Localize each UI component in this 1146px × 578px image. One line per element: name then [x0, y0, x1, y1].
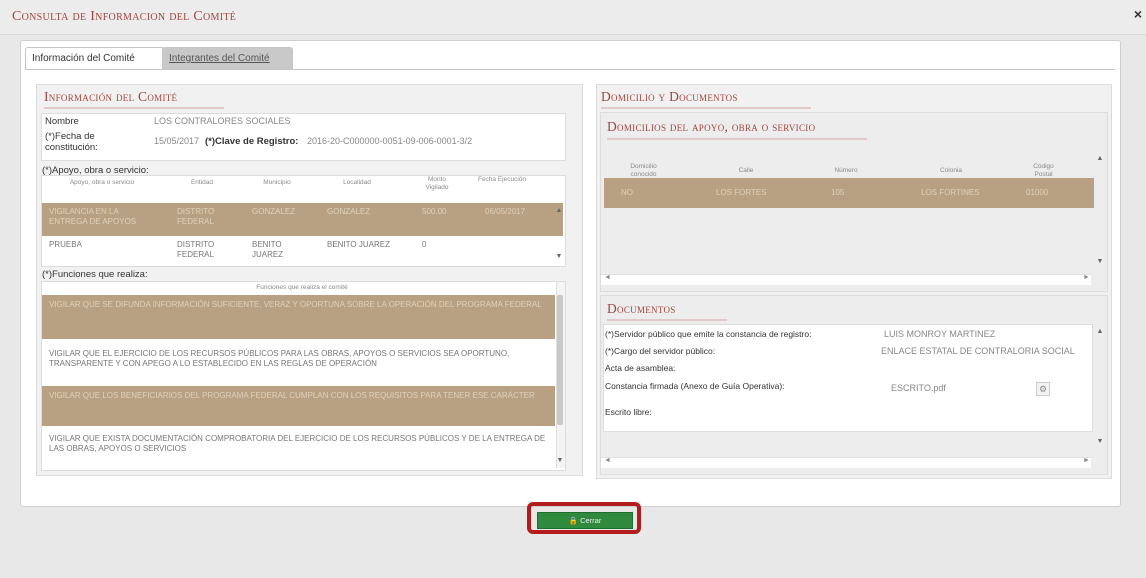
doc-label-servidor: (*)Servidor público que emite la constan… [605, 329, 812, 339]
section-rule [607, 319, 727, 321]
domicilio-col-header: Colonia [939, 167, 963, 174]
table-cell: 105 [831, 188, 845, 197]
close-icon[interactable]: × [1134, 6, 1142, 22]
funcion-text: VIGILAR QUE LOS BENEFICIARIOS DEL PROGRA… [49, 391, 535, 400]
section-title-domicilio: Domicilio y Documentos [601, 89, 738, 104]
scroll-left-icon[interactable]: ◄ [604, 457, 611, 464]
clave-label: (*)Clave de Registro: [205, 136, 299, 147]
documentos-subpanel: Documentos (*)Servidor público que emite… [600, 295, 1108, 475]
domicilio-col-header: Código Postal [1033, 163, 1054, 178]
scroll-left-icon[interactable]: ◄ [604, 274, 611, 281]
doc-label-escrito: Escrito libre: [605, 407, 652, 417]
table-cell: GONZALEZ [252, 207, 296, 216]
close-button-label: Cerrar [580, 516, 602, 525]
horizontal-scrollbar[interactable] [601, 457, 1091, 468]
table-cell: 01000 [1026, 188, 1049, 197]
table-cell: BENITO JUAREZ [252, 240, 284, 259]
doc-value-constancia[interactable]: ESCRITO.pdf [891, 383, 946, 393]
table-cell: DISTRITO FEDERAL [177, 240, 215, 259]
table-cell: 500.00 [422, 207, 447, 216]
scroll-up-icon[interactable]: ▲ [1096, 155, 1104, 165]
fecha-value: 15/05/2017 [154, 136, 200, 146]
apoyo-col-header: Apoyo, obra o servicio [69, 179, 135, 186]
lock-icon: 🔒 [568, 516, 578, 525]
info-form [41, 113, 566, 161]
scroll-up-icon[interactable]: ▲ [555, 207, 563, 217]
funcion-text: VIGILAR QUE SE DIFUNDA INFORMACIÓN SUFIC… [49, 300, 542, 309]
doc-value-servidor: LUIS MONROY MARTINEZ [884, 329, 996, 339]
domicilio-col-header: Domicilio conocido [630, 163, 657, 178]
table-cell: 0 [422, 240, 427, 249]
nombre-label: Nombre [45, 116, 79, 127]
section-rule [601, 107, 811, 109]
scroll-down-icon[interactable]: ▼ [555, 253, 563, 263]
dialog-body: Información del Comité Integrantes del C… [20, 40, 1121, 507]
clave-value: 2016-20-C000000-0051-09-006-0001-3/2 [307, 136, 473, 146]
doc-value-cargo: ENLACE ESTATAL DE CONTRALORIA SOCIAL [881, 346, 1075, 356]
scroll-up-icon[interactable]: ▲ [1096, 328, 1104, 338]
apoyo-col-header: Localidad [343, 179, 371, 186]
info-panel: Información del Comité Nombre LOS CONTRA… [36, 84, 583, 476]
domicilio-col-header: Calle [738, 167, 754, 174]
section-title-informacion: Información del Comité [44, 89, 178, 104]
apoyo-col-header: Monto Vigilado [425, 176, 449, 191]
section-title-domicilios: Domicilios del apoyo, obra o servicio [607, 119, 816, 134]
section-rule [607, 138, 867, 140]
documentos-table [603, 324, 1093, 432]
doc-label-acta: Acta de asamblea: [605, 363, 676, 373]
table-cell: NO [621, 188, 633, 197]
section-rule [44, 107, 224, 109]
table-cell: LOS FORTES [716, 188, 767, 197]
table-cell: PRUEBA [49, 240, 82, 249]
domicilio-col-header: Número [834, 167, 858, 174]
download-icon[interactable]: ⚙ [1036, 382, 1050, 396]
apoyo-col-header: Fecha Ejecución [477, 176, 527, 183]
funciones-col-header: Funciones que realiza el comité [256, 284, 348, 291]
horizontal-scrollbar[interactable] [601, 274, 1091, 285]
scroll-right-icon[interactable]: ► [1083, 274, 1090, 281]
apoyo-col-header: Entidad [190, 179, 214, 186]
close-button[interactable]: 🔒 Cerrar [537, 512, 633, 529]
window-title: Consulta de Informacion del Comité [12, 9, 237, 24]
domicilios-subpanel: Domicilios del apoyo, obra o servicio Do… [600, 112, 1108, 292]
funcion-text: VIGILAR QUE EXISTA DOCUMENTACIÓN COMPROB… [49, 434, 546, 453]
scroll-down-icon[interactable]: ▼ [1096, 438, 1104, 448]
tab-divider [25, 69, 1115, 70]
fecha-label-1: (*)Fecha de [45, 131, 95, 142]
table-cell: DISTRITO FEDERAL [177, 207, 215, 226]
scroll-right-icon[interactable]: ► [1083, 457, 1090, 464]
nombre-value: LOS CONTRALORES SOCIALES [154, 116, 291, 126]
scroll-down-icon[interactable]: ▼ [556, 457, 564, 467]
scrollbar-thumb[interactable] [557, 295, 563, 425]
table-cell: VIGILANCIA EN LA ENTREGA DE APOYOS [49, 207, 137, 226]
doc-label-constancia: Constancia firmada (Anexo de Guía Operat… [605, 381, 785, 391]
table-cell: BENITO JUAREZ [327, 240, 390, 249]
table-cell: GONZALEZ [327, 207, 371, 216]
section-title-documentos: Documentos [607, 301, 676, 316]
doc-label-cargo: (*)Cargo del servidor público: [605, 346, 716, 356]
apoyo-col-header: Municipio [263, 179, 291, 186]
scroll-down-icon[interactable]: ▼ [1096, 258, 1104, 268]
tab-integrantes-comite[interactable]: Integrantes del Comité [162, 47, 293, 70]
table-row[interactable] [604, 178, 1094, 208]
domicilio-panel: Domicilio y Documentos Domicilios del ap… [596, 84, 1112, 479]
table-cell: LOS FORTINES [921, 188, 980, 197]
window-titlebar: Consulta de Informacion del Comité × [0, 0, 1146, 35]
table-cell: 06/05/2017 [485, 207, 526, 216]
funciones-label: (*)Funciones que realiza: [42, 269, 148, 280]
fecha-label-2: constitución: [45, 142, 98, 153]
tab-informacion-comite[interactable]: Información del Comité [25, 47, 165, 70]
funcion-text: VIGILAR QUE EL EJERCICIO DE LOS RECURSOS… [49, 349, 510, 368]
